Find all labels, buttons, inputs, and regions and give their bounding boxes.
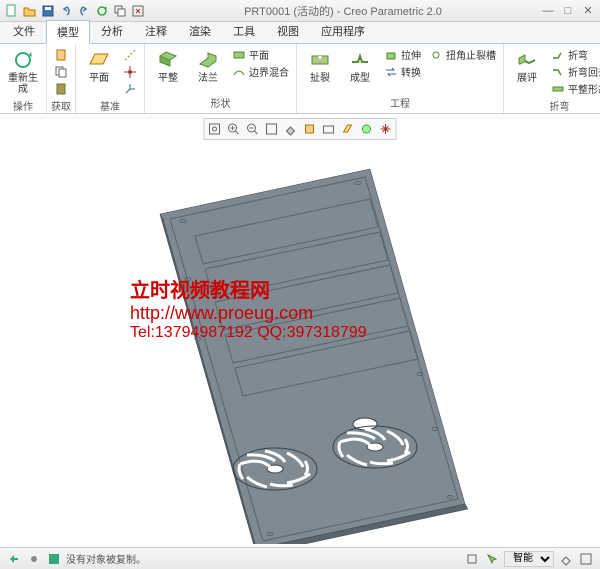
tab-tools[interactable]: 工具 bbox=[222, 19, 266, 43]
convert-icon bbox=[384, 65, 398, 79]
relief-button[interactable]: 扭角止裂槽 bbox=[426, 46, 499, 63]
close-button[interactable]: ✕ bbox=[580, 4, 596, 18]
statusbar: 没有对象被复制。 智能 bbox=[0, 547, 600, 569]
ribbon-group-shape: 平整 法兰 平面 边界混合 形状 bbox=[145, 44, 297, 113]
group-label: 基准 bbox=[80, 97, 140, 114]
new-icon[interactable] bbox=[4, 3, 20, 19]
status-filter-icon[interactable] bbox=[464, 551, 480, 567]
ribbon: 重新生成 操作 获取数据 平面 bbox=[0, 44, 600, 114]
csys-icon bbox=[123, 82, 137, 96]
form-icon bbox=[348, 48, 372, 72]
ribbon-tabs: 文件 模型 分析 注释 渲染 工具 视图 应用程序 bbox=[0, 22, 600, 44]
open-icon[interactable] bbox=[22, 3, 38, 19]
extrude-button[interactable]: 拉伸 bbox=[381, 46, 424, 63]
tab-view[interactable]: 视图 bbox=[266, 19, 310, 43]
unbend-icon bbox=[515, 48, 539, 72]
redo-icon[interactable] bbox=[76, 3, 92, 19]
save-icon[interactable] bbox=[40, 3, 56, 19]
bendback-icon bbox=[551, 65, 565, 79]
tab-render[interactable]: 渲染 bbox=[178, 19, 222, 43]
close-win-icon[interactable] bbox=[130, 3, 146, 19]
status-geom-icon[interactable] bbox=[558, 551, 574, 567]
status-flag-icon[interactable] bbox=[46, 551, 62, 567]
quick-access-toolbar bbox=[4, 3, 146, 19]
selection-filter[interactable]: 智能 bbox=[504, 551, 554, 567]
clipboard-button[interactable] bbox=[51, 46, 71, 63]
csys-button[interactable] bbox=[120, 80, 140, 97]
flat-button[interactable]: 平整 bbox=[149, 46, 187, 86]
group-label: 形状 bbox=[149, 94, 292, 111]
flat-icon bbox=[156, 48, 180, 72]
ribbon-group-bend: 展评 折弯 折弯回去 平整形态 折弯 bbox=[504, 44, 600, 113]
clipboard-icon bbox=[54, 48, 68, 62]
point-icon bbox=[123, 65, 137, 79]
form-button[interactable]: 成型 bbox=[341, 46, 379, 86]
plane-small-icon bbox=[232, 48, 246, 62]
group-label: 工程 bbox=[301, 94, 499, 111]
plane-icon bbox=[87, 48, 111, 72]
status-arrow-icon[interactable] bbox=[6, 551, 22, 567]
axis-icon bbox=[123, 48, 137, 62]
ribbon-group-operate: 重新生成 操作 bbox=[0, 44, 47, 113]
windows-icon[interactable] bbox=[112, 3, 128, 19]
ribbon-group-engineering: 扯裂 成型 拉伸 转换 扭角止裂槽 工程 bbox=[297, 44, 504, 113]
undo-icon[interactable] bbox=[58, 3, 74, 19]
axis-button[interactable] bbox=[120, 46, 140, 63]
bend-icon bbox=[551, 48, 565, 62]
plane-small-button[interactable]: 平面 bbox=[229, 46, 292, 63]
refresh-icon bbox=[11, 48, 35, 72]
group-label: 折弯 bbox=[508, 97, 600, 114]
status-select-icon[interactable] bbox=[484, 551, 500, 567]
regenerate-button[interactable]: 重新生成 bbox=[4, 46, 42, 97]
convert-button[interactable]: 转换 bbox=[381, 63, 424, 80]
bend-button[interactable]: 折弯 bbox=[548, 46, 600, 63]
unbend-button[interactable]: 展评 bbox=[508, 46, 546, 86]
tab-apps[interactable]: 应用程序 bbox=[310, 19, 376, 43]
flange-icon bbox=[196, 48, 220, 72]
tab-annotate[interactable]: 注释 bbox=[134, 19, 178, 43]
paste-icon bbox=[54, 82, 68, 96]
tab-model[interactable]: 模型 bbox=[46, 20, 90, 44]
model-3d-view[interactable] bbox=[0, 114, 600, 547]
point-button[interactable] bbox=[120, 63, 140, 80]
copy-icon bbox=[54, 65, 68, 79]
ribbon-group-getdata: 获取数据 bbox=[47, 44, 76, 113]
viewport[interactable]: 立时视频教程网 http://www.proeug.com Tel:137949… bbox=[0, 114, 600, 547]
edge-blend-button[interactable]: 边界混合 bbox=[229, 63, 292, 80]
minimize-button[interactable]: — bbox=[540, 4, 556, 18]
copy-button[interactable] bbox=[51, 63, 71, 80]
tab-analysis[interactable]: 分析 bbox=[90, 19, 134, 43]
rip-icon bbox=[308, 48, 332, 72]
status-message: 没有对象被复制。 bbox=[66, 551, 460, 566]
regen-icon[interactable] bbox=[94, 3, 110, 19]
edge-icon bbox=[232, 65, 246, 79]
plane-button[interactable]: 平面 bbox=[80, 46, 118, 86]
flange-button[interactable]: 法兰 bbox=[189, 46, 227, 86]
extrude-icon bbox=[384, 48, 398, 62]
status-fullscreen-icon[interactable] bbox=[578, 551, 594, 567]
bendback-button[interactable]: 折弯回去 bbox=[548, 63, 600, 80]
tab-file[interactable]: 文件 bbox=[2, 19, 46, 43]
flatform-icon bbox=[551, 82, 565, 96]
flatform-button[interactable]: 平整形态 bbox=[548, 80, 600, 97]
ribbon-group-datum: 平面 基准 bbox=[76, 44, 145, 113]
status-bullet-icon bbox=[26, 551, 42, 567]
window-title: PRT0001 (活动的) - Creo Parametric 2.0 bbox=[146, 3, 540, 19]
group-label: 操作 bbox=[4, 97, 42, 114]
paste-button[interactable] bbox=[51, 80, 71, 97]
rip-button[interactable]: 扯裂 bbox=[301, 46, 339, 86]
relief-icon bbox=[429, 48, 443, 62]
maximize-button[interactable]: □ bbox=[560, 4, 576, 18]
